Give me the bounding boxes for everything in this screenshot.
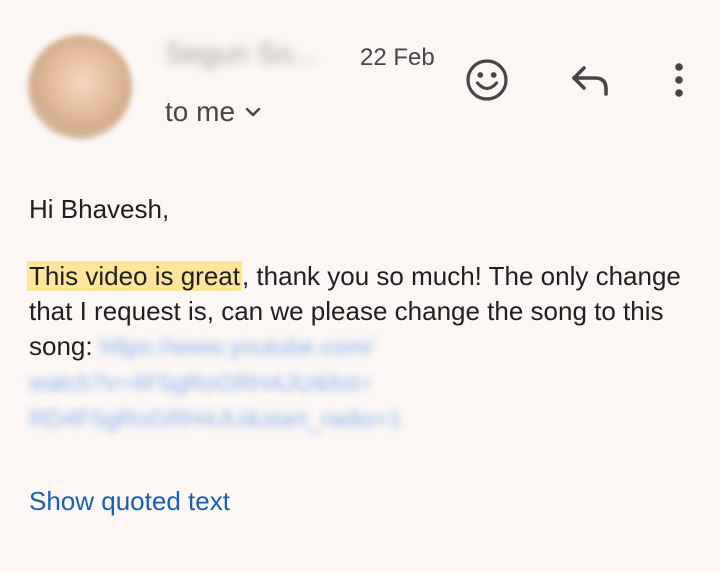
- song-link-line-2[interactable]: watch?v=4F5gRoGRH4JU&list=: [29, 370, 372, 397]
- email-paragraph: This video is great, thank you so much! …: [27, 259, 699, 437]
- song-link-line-3[interactable]: RD4F5gRoGRH4JU&start_radio=1: [29, 406, 402, 433]
- sender-name[interactable]: Segun So...: [165, 38, 340, 72]
- email-body: Hi Bhavesh, This video is great, thank y…: [27, 192, 699, 437]
- email-date: 22 Feb: [360, 44, 435, 71]
- email-greeting: Hi Bhavesh,: [29, 194, 170, 224]
- email-header: Segun So... 22 Feb to me: [0, 0, 720, 150]
- highlighted-text: This video is great: [27, 261, 242, 291]
- reply-button[interactable]: [565, 55, 615, 105]
- recipient-details-toggle[interactable]: to me: [165, 96, 261, 128]
- song-link-line-1[interactable]: https://www.youtube.com/: [100, 334, 373, 361]
- show-quoted-text-link[interactable]: Show quoted text: [29, 486, 230, 517]
- add-reaction-icon: [466, 59, 508, 101]
- more-options-button[interactable]: [666, 55, 692, 105]
- more-vertical-icon: [675, 63, 683, 97]
- add-reaction-button[interactable]: [462, 55, 512, 105]
- sender-avatar[interactable]: [28, 35, 132, 139]
- chevron-down-icon: [245, 107, 261, 117]
- reply-icon: [572, 66, 608, 96]
- recipient-label: to me: [165, 96, 236, 127]
